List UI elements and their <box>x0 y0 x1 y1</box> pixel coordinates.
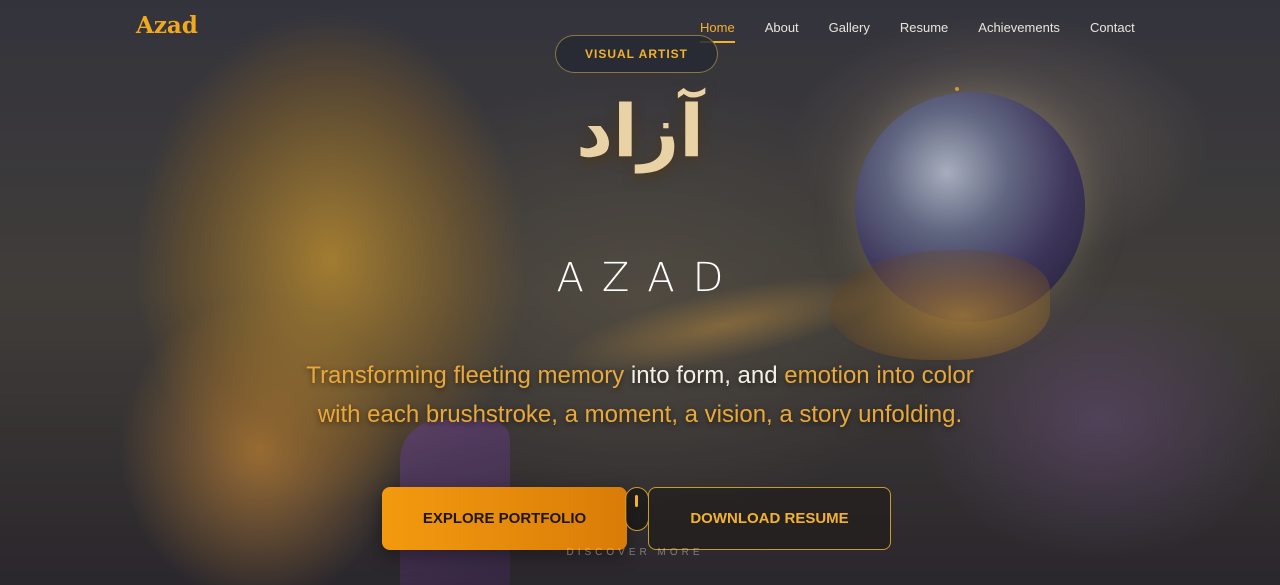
hero-name: AZAD <box>556 255 742 301</box>
tagline-highlight-1: Transforming fleeting memory <box>306 362 625 389</box>
arabic-name-title: آزاد <box>576 89 704 173</box>
discover-more-hint: DISCOVER MORE <box>566 547 704 558</box>
nav-item-gallery[interactable]: Gallery <box>829 20 870 41</box>
tagline-line-2: with each brushstroke, a moment, a visio… <box>317 401 963 428</box>
hero-tagline: Transforming fleeting memory into form, … <box>240 356 1040 434</box>
explore-portfolio-button[interactable]: EXPLORE PORTFOLIO <box>382 487 627 550</box>
mouse-scroll-icon[interactable] <box>625 487 649 531</box>
nav-item-resume[interactable]: Resume <box>900 20 948 41</box>
download-resume-button[interactable]: DOWNLOAD RESUME <box>648 487 891 550</box>
site-logo[interactable]: Azad <box>136 12 198 39</box>
tagline-text-1: into form, and <box>624 362 785 389</box>
nav-item-achievements[interactable]: Achievements <box>978 20 1060 41</box>
nav-item-contact[interactable]: Contact <box>1090 20 1135 41</box>
scroll-wheel-indicator <box>635 495 638 507</box>
main-nav: Home About Gallery Resume Achievements C… <box>700 20 1165 43</box>
tagline-highlight-2: emotion into color <box>784 362 974 389</box>
role-badge: VISUAL ARTIST <box>555 35 718 73</box>
nav-item-about[interactable]: About <box>765 20 799 41</box>
